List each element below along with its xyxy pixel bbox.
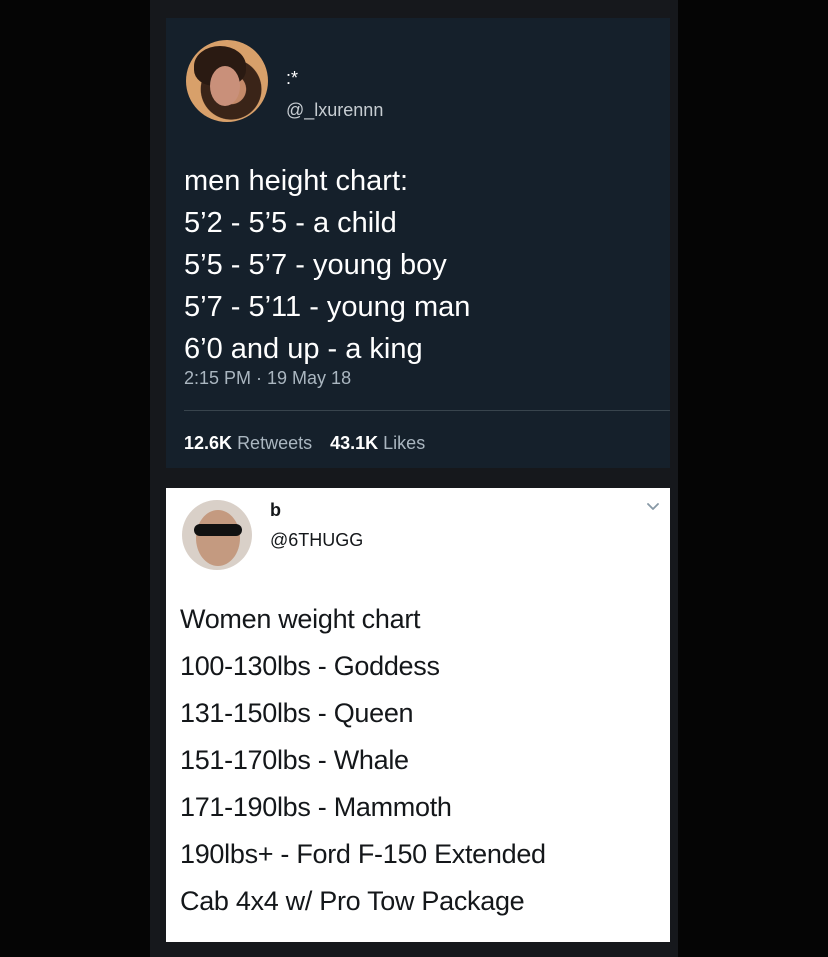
tweet-text-line: men height chart: bbox=[184, 165, 409, 197]
likes-label: Likes bbox=[383, 433, 426, 453]
tweet-text-line: 151-170lbs - Whale bbox=[180, 745, 409, 775]
tweet-text: Women weight chart 100-130lbs - Goddess … bbox=[180, 596, 660, 925]
user-handle[interactable]: @6THUGG bbox=[270, 530, 363, 551]
user-avatar[interactable] bbox=[182, 500, 252, 570]
user-handle[interactable]: @_lxurennn bbox=[286, 100, 383, 121]
tweet-text-line: 190lbs+ - Ford F-150 Extended bbox=[180, 839, 546, 869]
likes-stat[interactable]: 43.1K Likes bbox=[330, 433, 425, 453]
tweet-text: men height chart: 5’2 - 5’5 - a child 5’… bbox=[184, 160, 654, 370]
tweet-main: :* @_lxurennn men height chart: 5’2 - 5’… bbox=[166, 18, 670, 468]
tweet-text-line: 5’7 - 5’11 - young man bbox=[184, 291, 471, 323]
tweet-text-line: 131-150lbs - Queen bbox=[180, 698, 414, 728]
tweet-text-line: Cab 4x4 w/ Pro Tow Package bbox=[180, 886, 525, 916]
retweets-count: 12.6K bbox=[184, 433, 233, 453]
tweet-text-line: 5’2 - 5’5 - a child bbox=[184, 207, 397, 239]
tweet-text-line: 6’0 and up - a king bbox=[184, 333, 423, 365]
tweet-reply: b @6THUGG Women weight chart 100-130lbs … bbox=[166, 488, 670, 942]
retweets-stat[interactable]: 12.6K Retweets bbox=[184, 433, 312, 453]
avatar-face bbox=[196, 510, 240, 566]
chevron-down-icon[interactable] bbox=[646, 502, 660, 512]
tweet-text-line: Women weight chart bbox=[180, 604, 421, 634]
display-name[interactable]: :* bbox=[286, 68, 298, 89]
tweet-text-line: 5’5 - 5’7 - young boy bbox=[184, 249, 447, 281]
tweet-text-line: 100-130lbs - Goddess bbox=[180, 651, 440, 681]
retweets-label: Retweets bbox=[237, 433, 313, 453]
likes-count: 43.1K bbox=[330, 433, 379, 453]
user-avatar[interactable] bbox=[186, 40, 268, 122]
tweet-stats: 12.6K Retweets 43.1K Likes bbox=[184, 433, 425, 454]
avatar-sunglasses bbox=[194, 524, 242, 536]
display-name[interactable]: b bbox=[270, 500, 281, 521]
avatar-face bbox=[210, 66, 240, 106]
divider bbox=[184, 410, 670, 411]
tweet-timestamp[interactable]: 2:15 PM · 19 May 18 bbox=[184, 368, 351, 389]
tweet-text-line: 171-190lbs - Mammoth bbox=[180, 792, 452, 822]
